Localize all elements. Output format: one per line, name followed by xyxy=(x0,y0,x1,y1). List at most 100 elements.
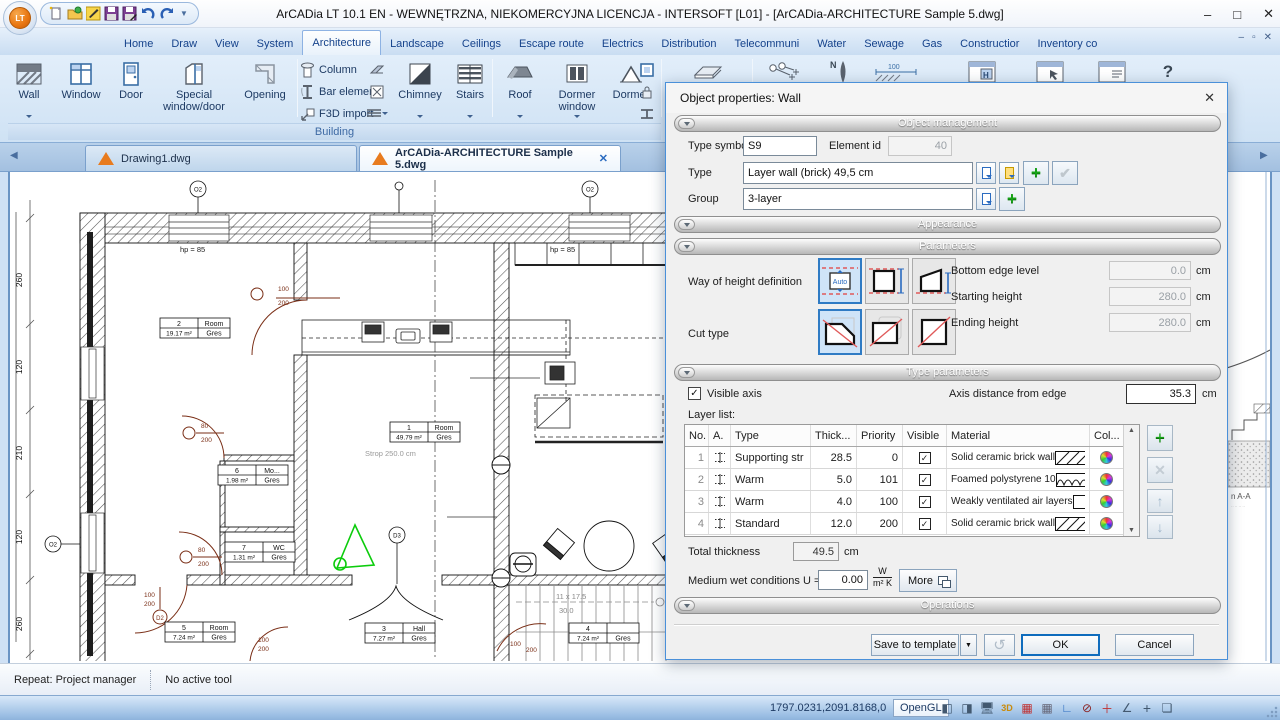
chimney-button[interactable]: Chimney xyxy=(394,57,446,121)
visible-axis-checkbox[interactable]: ✓ xyxy=(688,387,701,400)
tab-ceilings[interactable]: Ceilings xyxy=(453,32,510,55)
layer-move-down-button[interactable]: ↓ xyxy=(1147,515,1173,539)
cut-type-2-button[interactable] xyxy=(865,309,909,355)
more-button[interactable]: More xyxy=(899,569,957,592)
undo-icon[interactable] xyxy=(140,6,156,21)
tab-sewage[interactable]: Sewage xyxy=(855,32,913,55)
u-value-input[interactable] xyxy=(818,570,868,590)
view-left-toggle-icon[interactable]: ◧ xyxy=(938,699,956,717)
collapse-icon[interactable] xyxy=(678,219,695,230)
tab-inventory[interactable]: Inventory co xyxy=(1028,32,1106,55)
close-button[interactable]: ✕ xyxy=(1263,6,1274,22)
type-input[interactable] xyxy=(743,162,973,184)
eraser-icon[interactable] xyxy=(366,60,388,80)
open-file-icon[interactable] xyxy=(67,6,83,21)
cancel-button[interactable]: Cancel xyxy=(1115,634,1194,656)
angle-snap-icon[interactable]: ∠ xyxy=(1118,699,1136,717)
door-button[interactable]: Door xyxy=(110,57,152,121)
cascade-windows-icon[interactable]: ❏ xyxy=(1158,699,1176,717)
height-fixed-button[interactable] xyxy=(865,258,909,304)
type-project-library-icon[interactable] xyxy=(999,162,1019,184)
new-file-icon[interactable] xyxy=(49,6,64,21)
collapse-icon[interactable] xyxy=(678,367,695,378)
layer-color-icon[interactable] xyxy=(1100,473,1113,486)
3d-mode-icon[interactable]: 3D xyxy=(998,699,1016,717)
visible-checkbox[interactable]: ✓ xyxy=(919,452,931,464)
group-add-button[interactable]: + xyxy=(999,187,1025,211)
doc-tab-sample5[interactable]: ArCADia-ARCHITECTURE Sample 5.dwg ✕ xyxy=(359,145,621,171)
dormer-window-button[interactable]: Dormer window xyxy=(548,57,606,121)
tab-view[interactable]: View xyxy=(206,32,248,55)
column-button[interactable]: Column xyxy=(300,60,357,80)
snap-grid-icon[interactable]: ▦ xyxy=(1018,699,1036,717)
cut-type-1-button[interactable] xyxy=(818,309,862,355)
layer-table-scrollbar[interactable]: ▲▼ xyxy=(1123,425,1139,536)
snap-marker-icon[interactable]: ＋ xyxy=(1098,699,1116,717)
lock-icon[interactable] xyxy=(636,82,658,102)
layer-color-icon[interactable] xyxy=(1100,517,1113,530)
redo-icon[interactable] xyxy=(159,6,175,21)
section-type-parameters[interactable]: Type parameters xyxy=(674,364,1221,381)
dormer-window-dropdown-icon[interactable] xyxy=(574,115,580,121)
layer-move-up-button[interactable]: ↑ xyxy=(1147,489,1173,513)
save-template-dropdown-icon[interactable]: ▼ xyxy=(960,634,977,656)
opening-button[interactable]: Opening xyxy=(236,57,294,121)
f3d-import-button[interactable]: F3D import xyxy=(300,104,373,124)
wall-button[interactable]: Wall xyxy=(6,57,52,121)
tab-system[interactable]: System xyxy=(248,32,303,55)
minimize-button[interactable]: – xyxy=(1204,7,1211,22)
group-input[interactable] xyxy=(743,188,973,210)
stairs-dropdown-icon[interactable] xyxy=(467,115,473,121)
collapse-icon[interactable] xyxy=(678,600,695,611)
tab-draw[interactable]: Draw xyxy=(162,32,206,55)
visible-checkbox[interactable]: ✓ xyxy=(919,474,931,486)
grid-display-icon[interactable]: ▦ xyxy=(1038,699,1056,717)
tab-water[interactable]: Water xyxy=(808,32,855,55)
tab-escape-route[interactable]: Escape route xyxy=(510,32,593,55)
special-window-door-button[interactable]: Special window/door xyxy=(154,57,234,121)
frame-corner-icon[interactable] xyxy=(636,60,658,80)
mdi-minimize-button[interactable]: ‒ xyxy=(1239,32,1245,43)
app-logo[interactable]: LT xyxy=(3,1,37,35)
maximize-button[interactable]: □ xyxy=(1233,7,1241,22)
tab-distribution[interactable]: Distribution xyxy=(652,32,725,55)
doc-tab-close-icon[interactable]: ✕ xyxy=(599,152,608,165)
collapse-icon[interactable] xyxy=(678,118,695,129)
type-symbol-input[interactable] xyxy=(743,136,817,156)
polar-tracking-icon[interactable]: ⊘ xyxy=(1078,699,1096,717)
tab-telecommunication[interactable]: Telecommuni xyxy=(725,32,808,55)
doc-tabs-scroll-right-icon[interactable]: ▶ xyxy=(1260,150,1268,161)
window-button[interactable]: Window xyxy=(54,57,108,121)
layer-row[interactable]: 4 Standard 12.0 200 ✓ Solid ceramic bric… xyxy=(685,513,1139,535)
section-parameters[interactable]: Parameters xyxy=(674,238,1221,255)
visible-checkbox[interactable]: ✓ xyxy=(919,496,931,508)
ok-button[interactable]: OK xyxy=(1021,634,1100,656)
qat-dropdown-icon[interactable]: ▼ xyxy=(180,9,188,18)
doc-tabs-scroll-left-icon[interactable]: ◀ xyxy=(10,150,18,161)
axis-distance-input[interactable] xyxy=(1126,384,1196,404)
monitor-settings-icon[interactable]: 🖥︎ xyxy=(978,699,996,717)
tab-gas[interactable]: Gas xyxy=(913,32,951,55)
layer-table[interactable]: No. A. Type Thick... Priority Visible Ma… xyxy=(684,424,1140,537)
height-auto-button[interactable]: Auto xyxy=(818,258,862,304)
type-library-icon[interactable] xyxy=(976,162,996,184)
ortho-mode-icon[interactable]: ∟ xyxy=(1058,699,1076,717)
save-as-icon[interactable] xyxy=(122,6,137,21)
mdi-close-button[interactable]: ✕ xyxy=(1264,32,1272,43)
view-right-toggle-icon[interactable]: ◨ xyxy=(958,699,976,717)
mdi-restore-button[interactable]: ▫ xyxy=(1252,32,1256,43)
visible-checkbox[interactable]: ✓ xyxy=(919,518,931,530)
height-sloped-button[interactable] xyxy=(912,258,956,304)
section-object-management[interactable]: Object management xyxy=(674,115,1221,132)
wall-dropdown-icon[interactable] xyxy=(26,115,32,121)
layer-add-button[interactable]: + xyxy=(1147,425,1173,451)
dialog-close-icon[interactable]: ✕ xyxy=(1204,90,1215,106)
roof-button[interactable]: Roof xyxy=(494,57,546,121)
section-appearance[interactable]: Appearance xyxy=(674,216,1221,233)
tab-home[interactable]: Home xyxy=(115,32,162,55)
layer-color-icon[interactable] xyxy=(1100,495,1113,508)
chimney-dropdown-icon[interactable] xyxy=(417,115,423,121)
layer-row[interactable]: 2 Warm 5.0 101 ✓ Foamed polystyrene 10 xyxy=(685,469,1139,491)
layer-row[interactable]: 3 Warm 4.0 100 ✓ Weakly ventilated air l… xyxy=(685,491,1139,513)
type-add-button[interactable]: + xyxy=(1023,161,1049,185)
